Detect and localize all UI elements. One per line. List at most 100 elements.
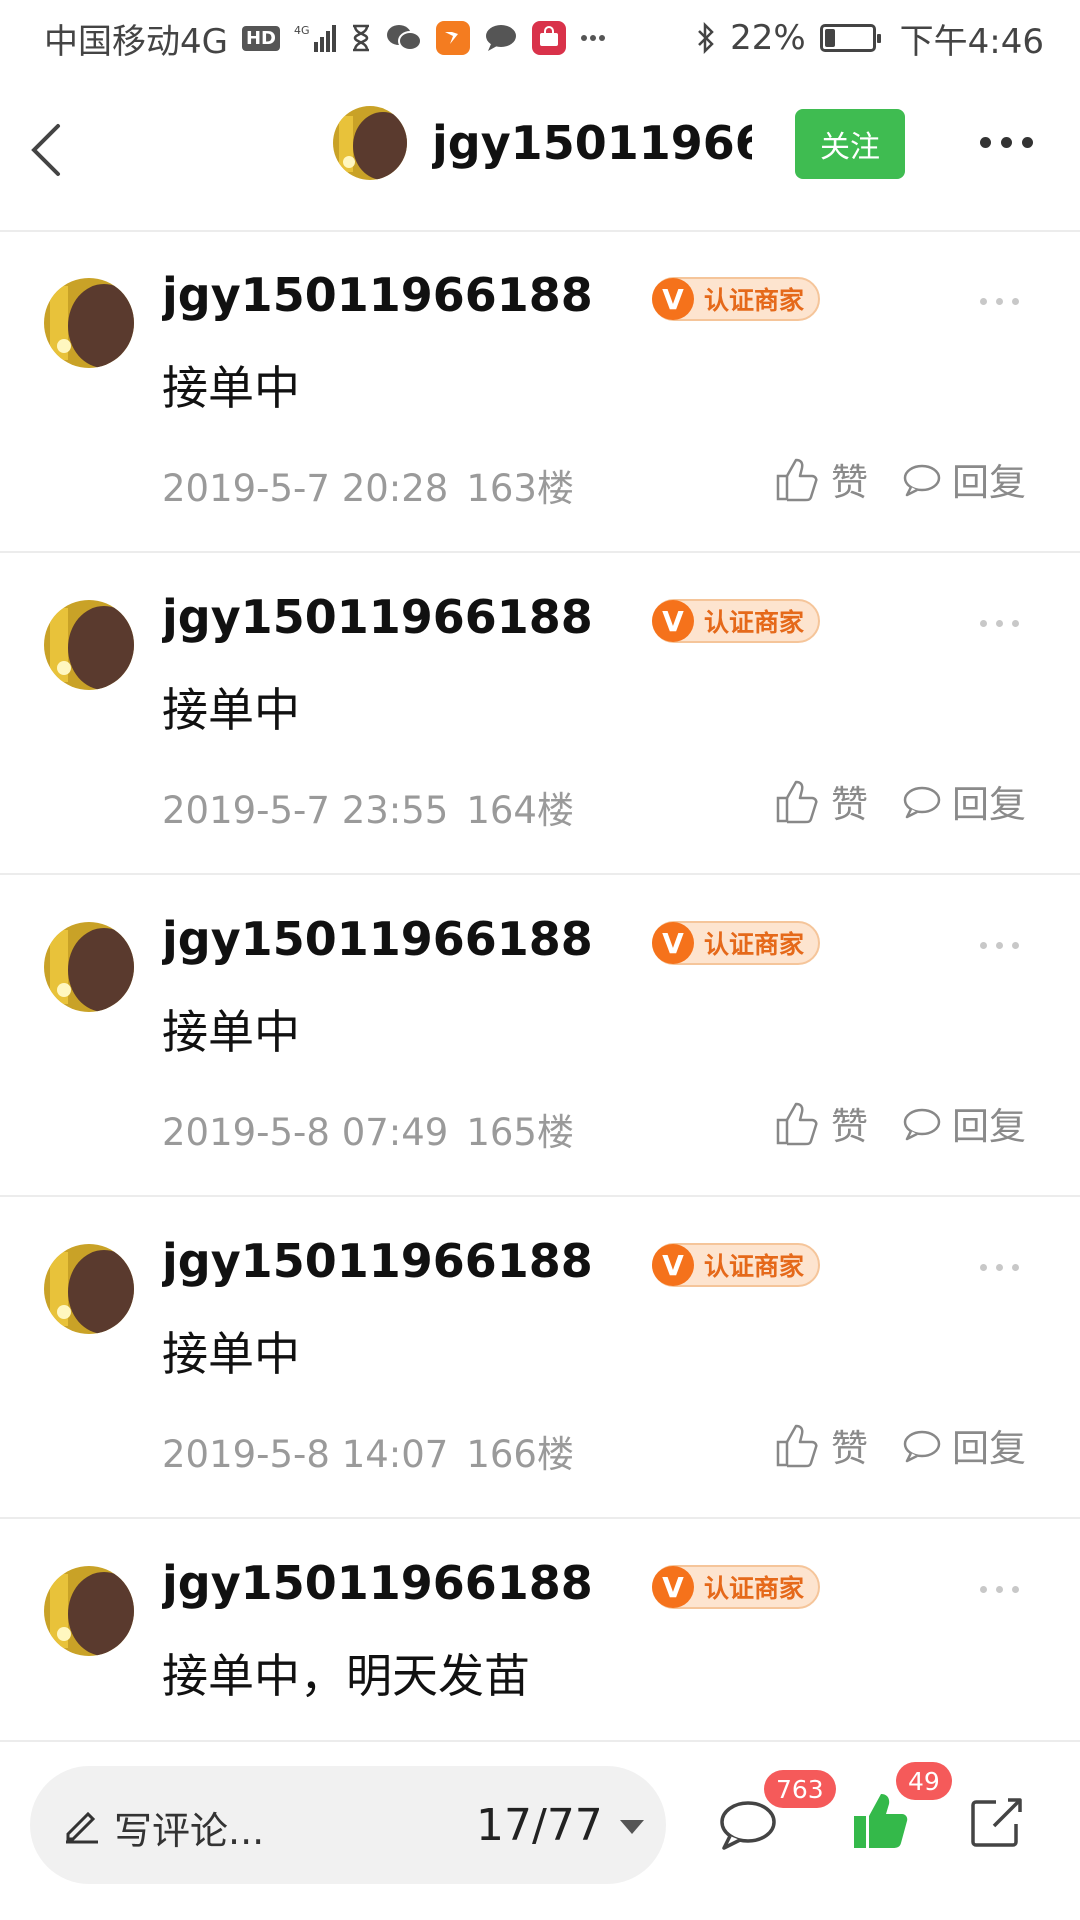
reply-icon xyxy=(903,786,941,819)
reply-button[interactable]: 回复 xyxy=(902,1418,1026,1472)
post-meta: 2019-5-7 23:55 164楼 xyxy=(162,780,574,834)
post-content: 接单中，明天发苗 xyxy=(162,1649,530,1703)
thumbs-up-icon xyxy=(776,1102,818,1146)
hourglass-icon xyxy=(350,23,372,53)
wechat-icon xyxy=(386,23,422,53)
like-count-badge: 49 xyxy=(896,1762,952,1800)
share-button[interactable] xyxy=(968,1794,1024,1854)
badge-label: 认证商家 xyxy=(704,1252,805,1281)
post-item: jgy15011966188 (… V 认证商家 接单中 2019-5-7 23… xyxy=(0,554,1080,875)
share-icon xyxy=(971,1798,1022,1847)
battery-icon xyxy=(819,24,881,52)
post-more-icon[interactable] xyxy=(980,1586,1019,1593)
status-bar: 中国移动4G HD 4G 22% 下午4:46 xyxy=(0,0,1080,76)
post-item: jgy15011966188 (… V 认证商家 接单中 2019-5-7 20… xyxy=(0,232,1080,553)
post-username[interactable]: jgy15011966188 (… xyxy=(162,1556,602,1610)
post-meta: 2019-5-8 07:49 165楼 xyxy=(162,1102,574,1156)
signal-icon: 4G xyxy=(294,22,336,54)
like-button[interactable]: 赞 xyxy=(775,1096,868,1150)
chevron-left-icon xyxy=(31,124,60,176)
post-meta: 2019-5-8 14:07 166楼 xyxy=(162,1424,574,1478)
post-content: 接单中 xyxy=(162,683,300,737)
like-label: 赞 xyxy=(831,1427,868,1470)
reply-label: 回复 xyxy=(952,783,1026,826)
post-more-icon[interactable] xyxy=(980,298,1019,305)
post-username[interactable]: jgy15011966188 (… xyxy=(162,590,602,644)
like-button[interactable]: 赞 xyxy=(775,774,868,828)
post-more-icon[interactable] xyxy=(980,942,1019,949)
page-indicator[interactable]: 17/77 xyxy=(476,1800,603,1851)
post-floor: 164楼 xyxy=(466,789,574,832)
like-label: 赞 xyxy=(831,783,868,826)
post-more-icon[interactable] xyxy=(980,1264,1019,1271)
v-badge-icon: V xyxy=(652,278,694,320)
verified-merchant-badge: V 认证商家 xyxy=(652,1565,821,1609)
hd-icon: HD xyxy=(241,25,280,51)
avatar[interactable] xyxy=(44,922,134,1012)
post-date: 2019-5-8 14:07 xyxy=(162,1433,449,1476)
tmall-icon xyxy=(532,21,566,55)
post-more-icon[interactable] xyxy=(980,620,1019,627)
back-button[interactable] xyxy=(26,116,86,186)
comment-input[interactable]: 写评论... 17/77 xyxy=(30,1766,666,1884)
avatar[interactable] xyxy=(44,600,134,690)
reply-button[interactable]: 回复 xyxy=(902,774,1026,828)
status-left: 中国移动4G HD 4G xyxy=(44,14,606,63)
bluetooth-icon xyxy=(696,22,716,54)
pencil-icon xyxy=(66,1811,98,1844)
carrier-label: 中国移动4G xyxy=(44,21,228,62)
post-username[interactable]: jgy15011966188 (… xyxy=(162,1234,602,1288)
follow-button[interactable]: 关注 xyxy=(795,109,905,179)
more-icon xyxy=(580,33,606,43)
avatar[interactable] xyxy=(44,1244,134,1334)
post-item: jgy15011966188 (… V 认证商家 接单中 2019-5-8 14… xyxy=(0,1198,1080,1519)
v-badge-icon: V xyxy=(652,1566,694,1608)
thumbs-up-icon xyxy=(776,458,818,502)
avatar[interactable] xyxy=(333,106,407,180)
avatar[interactable] xyxy=(44,1566,134,1656)
post-meta: 2019-5-7 20:28 163楼 xyxy=(162,458,574,512)
verified-merchant-badge: V 认证商家 xyxy=(652,921,821,965)
like-button[interactable]: 赞 xyxy=(775,452,868,506)
more-options-icon[interactable] xyxy=(980,130,1040,154)
thumbs-up-icon xyxy=(776,1424,818,1468)
post-floor: 165楼 xyxy=(466,1111,574,1154)
app-icon xyxy=(436,21,470,55)
avatar[interactable] xyxy=(44,278,134,368)
battery-percent: 22% xyxy=(730,18,806,58)
reply-label: 回复 xyxy=(952,461,1026,504)
reply-icon xyxy=(903,464,941,497)
comment-count-badge: 763 xyxy=(764,1770,836,1808)
comment-icon xyxy=(720,1801,776,1850)
thumbs-up-icon xyxy=(776,780,818,824)
v-badge-icon: V xyxy=(652,922,694,964)
reply-label: 回复 xyxy=(952,1105,1026,1148)
v-badge-icon: V xyxy=(652,1244,694,1286)
page-title: jgy15011966… xyxy=(432,116,752,170)
like-button[interactable]: 49 xyxy=(850,1762,952,1856)
reply-button[interactable]: 回复 xyxy=(902,1096,1026,1150)
badge-label: 认证商家 xyxy=(704,286,805,315)
post-floor: 163楼 xyxy=(466,467,574,510)
comments-button[interactable]: 763 xyxy=(718,1770,836,1856)
bottom-bar: 写评论... 17/77 763 49 xyxy=(0,1740,1080,1920)
badge-label: 认证商家 xyxy=(704,1574,805,1603)
svg-text:4G: 4G xyxy=(294,24,310,37)
post-date: 2019-5-7 23:55 xyxy=(162,789,449,832)
post-content: 接单中 xyxy=(162,1327,300,1381)
post-floor: 166楼 xyxy=(466,1433,574,1476)
post-username[interactable]: jgy15011966188 (… xyxy=(162,268,602,322)
like-button[interactable]: 赞 xyxy=(775,1418,868,1472)
status-right: 22% 下午4:46 xyxy=(696,14,1044,63)
v-badge-icon: V xyxy=(652,600,694,642)
post-item: jgy15011966188 (… V 认证商家 接单中 2019-5-8 07… xyxy=(0,876,1080,1197)
post-date: 2019-5-8 07:49 xyxy=(162,1111,449,1154)
top-nav: jgy15011966… 关注 xyxy=(0,76,1080,232)
badge-label: 认证商家 xyxy=(704,930,805,959)
badge-label: 认证商家 xyxy=(704,608,805,637)
post-content: 接单中 xyxy=(162,361,300,415)
post-username[interactable]: jgy15011966188 (… xyxy=(162,912,602,966)
thumbs-up-icon xyxy=(854,1794,908,1848)
caret-down-icon[interactable] xyxy=(620,1820,644,1834)
reply-button[interactable]: 回复 xyxy=(902,452,1026,506)
